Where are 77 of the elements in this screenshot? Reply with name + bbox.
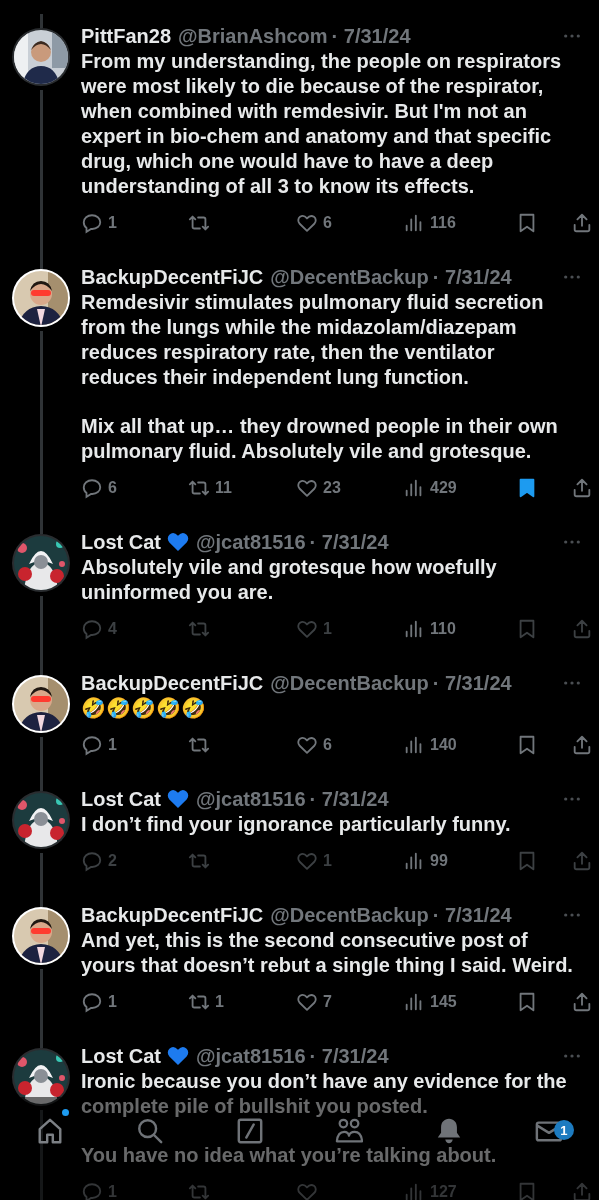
author-name[interactable]: BackupDecentFiJC: [81, 671, 264, 695]
more-icon[interactable]: [563, 1053, 581, 1059]
view-count: 116: [430, 215, 456, 231]
view-count: 110: [430, 621, 456, 637]
like-count: 23: [323, 480, 341, 496]
view-count: 140: [430, 737, 457, 753]
post-text: Absolutely vile and grotesque how woefully uninformed you are.: [81, 555, 498, 605]
post-date[interactable]: · 7/31/24: [309, 1044, 389, 1068]
view-count: 429: [430, 480, 457, 496]
slash-square-icon[interactable]: [235, 1117, 264, 1145]
like-count: 7: [323, 994, 332, 1010]
heart-icon: [167, 789, 189, 809]
author-name[interactable]: PittFan28: [81, 24, 172, 48]
post-text: From my understanding, the people on respirators were most likely to die because of the respirator, when combined with remdesivir. But I'm not an expert in bio-chem and anatomy and that specific drug, which one would have to have a deep understanding of all 3 to know its effects.: [81, 49, 563, 199]
reply-count: 1: [108, 215, 117, 231]
author-name[interactable]: Lost Cat: [81, 787, 161, 811]
unread-count-badge: 1: [554, 1120, 574, 1140]
reply-count: 2: [108, 853, 117, 869]
like-count: 1: [323, 853, 332, 869]
like-icon[interactable]: [296, 734, 318, 756]
reply-icon[interactable]: [81, 734, 103, 756]
post-date[interactable]: · 7/31/24: [432, 903, 512, 927]
view-count: 145: [430, 994, 457, 1010]
author-name[interactable]: Lost Cat: [81, 530, 161, 554]
like-icon[interactable]: [296, 212, 318, 234]
more-icon[interactable]: [563, 274, 581, 280]
more-icon[interactable]: [563, 680, 581, 686]
share-icon[interactable]: [571, 991, 593, 1013]
home-icon[interactable]: [36, 1117, 64, 1145]
author-name[interactable]: BackupDecentFiJC: [81, 903, 264, 927]
like-count: 6: [323, 215, 332, 231]
share-icon[interactable]: [571, 734, 593, 756]
author-handle[interactable]: @BrianAshcom: [178, 24, 328, 48]
reply-icon[interactable]: [81, 477, 103, 499]
share-icon[interactable]: [571, 212, 593, 234]
author-handle[interactable]: @DecentBackup: [270, 903, 429, 927]
author-handle[interactable]: @jcat81516: [196, 530, 306, 554]
repost-count: 11: [215, 480, 232, 496]
reply-count: 1: [108, 737, 117, 753]
post-date[interactable]: · 7/31/24: [309, 530, 389, 554]
view-count: 99: [430, 853, 448, 869]
author-handle[interactable]: @DecentBackup: [270, 671, 429, 695]
people-icon[interactable]: [335, 1117, 364, 1145]
like-count: 1: [323, 621, 332, 637]
more-icon[interactable]: [563, 539, 581, 545]
share-icon[interactable]: [571, 477, 593, 499]
reply-icon[interactable]: [81, 991, 103, 1013]
post-text: 🤣🤣🤣🤣🤣: [81, 696, 207, 721]
post-text: Ironic because you don’t have any evidence for the complete pile of bullshit you posted.: [81, 1069, 568, 1119]
author-handle[interactable]: @jcat81516: [196, 787, 306, 811]
more-icon[interactable]: [563, 33, 581, 39]
repost-count: 1: [215, 994, 224, 1010]
reply-count: 6: [108, 480, 117, 496]
post-text: Mix all that up… they drowned people in their own pulmonary fluid. Absolutely vile and grotesque.: [81, 414, 559, 464]
author-name[interactable]: Lost Cat: [81, 1044, 161, 1068]
like-icon[interactable]: [296, 477, 318, 499]
post-text: And yet, this is the second consecutive post of yours that doesn’t rebut a single thing I said. Weird.: [81, 928, 574, 978]
reply-icon[interactable]: [81, 212, 103, 234]
heart-icon: [167, 1046, 189, 1066]
post-text: You have no idea what you’re talking about.: [81, 1143, 498, 1168]
post-text: I don’t find your ignorance particularly funny.: [81, 812, 512, 837]
post-date[interactable]: · 7/31/24: [432, 671, 512, 695]
more-icon[interactable]: [563, 796, 581, 802]
post-date[interactable]: · 7/31/24: [309, 787, 389, 811]
author-handle[interactable]: @DecentBackup: [270, 265, 429, 289]
search-icon[interactable]: [135, 1117, 164, 1145]
post-date[interactable]: · 7/31/24: [331, 24, 411, 48]
post-date[interactable]: · 7/31/24: [432, 265, 512, 289]
reply-count: 4: [108, 621, 117, 637]
reply-count: 1: [108, 994, 117, 1010]
like-icon[interactable]: [296, 991, 318, 1013]
post-text: Remdesivir stimulates pulmonary fluid secretion from the lungs while the midazolam/diazepam reduces respiratory rate, then the ventilator reduces their independent lung function.: [81, 290, 545, 390]
author-name[interactable]: BackupDecentFiJC: [81, 265, 264, 289]
more-icon[interactable]: [563, 912, 581, 918]
like-count: 6: [323, 737, 332, 753]
author-handle[interactable]: @jcat81516: [196, 1044, 306, 1068]
heart-icon: [167, 532, 189, 552]
